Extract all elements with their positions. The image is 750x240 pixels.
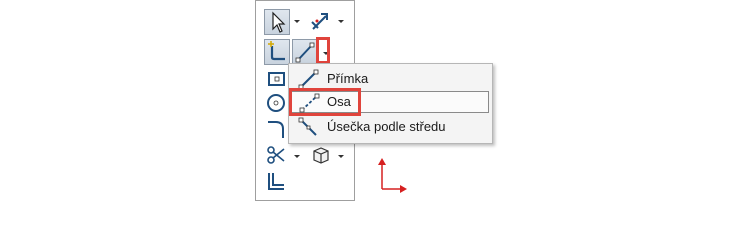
osa-highlight [289, 88, 361, 116]
select-button[interactable] [264, 9, 290, 35]
origin-axis-icon [378, 158, 407, 193]
chevron-down-icon [338, 155, 344, 158]
trim-icon [267, 146, 285, 164]
line-icon [297, 68, 321, 90]
circle-icon [267, 94, 285, 112]
3d-sketch-button[interactable] [308, 143, 334, 169]
menu-item-usecka-podle-stredu[interactable]: Úsečka podle středu [291, 116, 489, 138]
menu-item-label: Přímka [327, 71, 369, 86]
chevron-down-icon [338, 20, 344, 23]
select-dropdown-arrow[interactable] [292, 15, 302, 27]
offset-icon [268, 173, 284, 190]
smart-dimension-icon [311, 13, 328, 30]
circle-button[interactable] [264, 91, 290, 117]
trim-dropdown-arrow[interactable] [292, 150, 302, 162]
offset-button[interactable] [264, 169, 290, 195]
line-icon [295, 42, 315, 63]
line-button[interactable] [292, 39, 318, 65]
menu-item-primka[interactable]: Přímka [291, 68, 489, 90]
stage: Přímka Osa Úsečka podle středu [0, 0, 750, 208]
menu-item-label: Úsečka podle středu [327, 119, 446, 134]
select-arrow-icon [272, 11, 286, 33]
sketch-icon [268, 41, 285, 61]
rectangle-button[interactable] [264, 67, 290, 93]
smart-dimension-button[interactable] [308, 9, 334, 35]
fillet-icon [268, 121, 284, 138]
rectangle-icon [268, 72, 285, 86]
3d-sketch-icon [313, 147, 329, 164]
dimension-dropdown-arrow[interactable] [336, 15, 346, 27]
3d-sketch-dropdown-arrow[interactable] [336, 150, 346, 162]
flyout-arrow-highlight [316, 37, 330, 64]
sketch-button[interactable] [264, 39, 290, 65]
fillet-button[interactable] [264, 117, 290, 143]
chevron-down-icon [294, 155, 300, 158]
trim-button[interactable] [264, 143, 290, 169]
chevron-down-icon [294, 20, 300, 23]
midpoint-line-icon [297, 116, 321, 138]
